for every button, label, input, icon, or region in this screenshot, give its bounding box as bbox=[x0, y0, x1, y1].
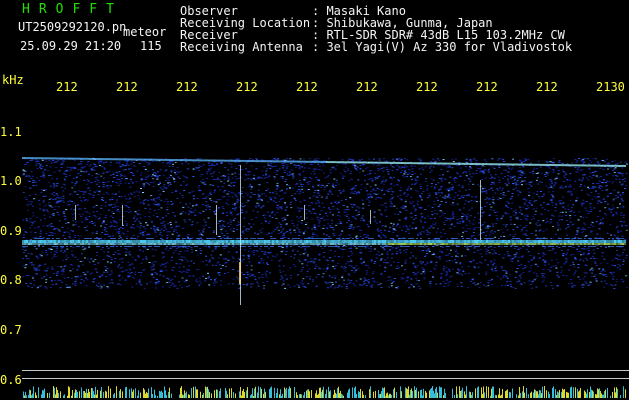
meteor-count: 115 bbox=[140, 39, 162, 53]
file-name: UT2509292120.pn bbox=[18, 20, 127, 34]
time-tick: 212 bbox=[296, 80, 318, 94]
time-tick: 212 bbox=[56, 80, 78, 94]
baseline-rule bbox=[22, 378, 629, 379]
freq-tick: 0.7 bbox=[0, 323, 22, 337]
freq-tick: 0.6 bbox=[0, 373, 22, 387]
time-tick: 212 bbox=[116, 80, 138, 94]
antenna-value: : 3el Yagi(V) Az 330 for Vladivostok bbox=[312, 40, 573, 54]
time-tick: 212 bbox=[236, 80, 258, 94]
spectrogram-waterfall bbox=[22, 157, 628, 398]
unit-label: kHz bbox=[2, 73, 24, 87]
time-tick: 212 bbox=[356, 80, 378, 94]
freq-tick: 1.0 bbox=[0, 174, 22, 188]
freq-tick: 1.1 bbox=[0, 125, 22, 139]
time-tick: 2130 bbox=[596, 80, 625, 94]
freq-tick: 0.8 bbox=[0, 273, 22, 287]
time-tick: 212 bbox=[536, 80, 558, 94]
time-tick: 212 bbox=[416, 80, 438, 94]
time-tick: 212 bbox=[476, 80, 498, 94]
freq-tick: 0.9 bbox=[0, 224, 22, 238]
time-tick: 212 bbox=[176, 80, 198, 94]
meteor-label: meteor bbox=[123, 25, 167, 39]
brand-title: HROFFT bbox=[22, 2, 123, 17]
antenna-label: Receiving Antenna bbox=[180, 40, 303, 54]
baseline-rule bbox=[22, 370, 629, 371]
timestamp: 25.09.29 21:20 bbox=[20, 39, 122, 53]
